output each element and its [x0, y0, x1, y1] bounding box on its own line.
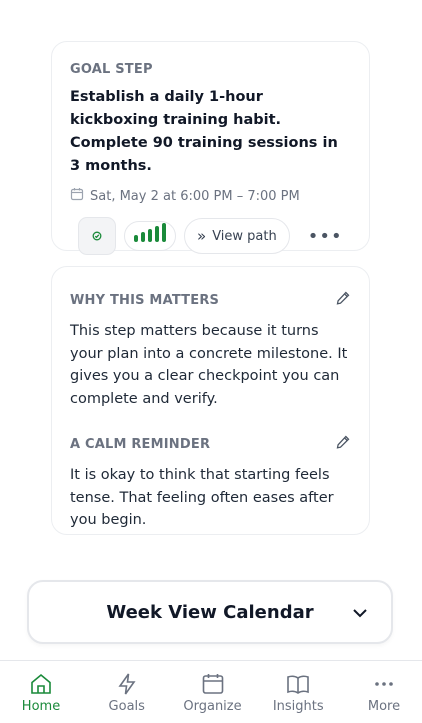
calendar-icon: [70, 187, 84, 205]
status-circle-icon: [92, 231, 102, 241]
bolt-icon: [118, 673, 136, 695]
intensity-level-indicator[interactable]: [124, 221, 176, 251]
bottom-tab-bar: Home Goals Organize Insights More: [0, 660, 422, 723]
why-this-matters-card: WHY THIS MATTERS This step matters becau…: [51, 266, 370, 535]
more-icon: [375, 682, 393, 686]
screen: GOAL STEP Establish a daily 1-hour kickb…: [0, 0, 422, 723]
tab-label: Insights: [272, 699, 324, 714]
goal-step-card: GOAL STEP Establish a daily 1-hour kickb…: [51, 41, 370, 255]
level-bar: [141, 232, 145, 242]
more-options-icon[interactable]: •••: [308, 226, 343, 247]
week-view-calendar-toggle[interactable]: Week View Calendar: [27, 580, 393, 644]
reminder-heading: A CALM REMINDER: [70, 436, 211, 452]
tab-home[interactable]: Home: [11, 661, 71, 723]
reminder-text: It is okay to think that starting feels …: [70, 467, 334, 528]
tab-label: Organize: [183, 699, 242, 714]
level-bar: [162, 223, 166, 242]
view-path-label: View path: [212, 228, 277, 244]
why-text: This step matters because it turns your …: [70, 323, 348, 407]
home-icon: [31, 673, 51, 694]
tab-label: Home: [21, 699, 61, 714]
level-bar: [148, 229, 152, 242]
pencil-icon[interactable]: [335, 290, 351, 310]
pencil-icon[interactable]: [335, 434, 351, 454]
goal-step-overline: GOAL STEP: [70, 62, 153, 77]
tab-insights[interactable]: Insights: [268, 661, 328, 723]
goal-title: Establish a daily 1-hour kickboxing trai…: [70, 89, 338, 174]
why-section-header: WHY THIS MATTERS: [70, 290, 351, 310]
double-chevron-right-icon: »: [197, 227, 207, 245]
book-icon: [287, 675, 310, 694]
tab-more[interactable]: More: [354, 661, 414, 723]
tab-label: More: [367, 699, 401, 714]
level-bar: [155, 226, 159, 242]
tab-label: Goals: [108, 699, 145, 714]
tab-organize[interactable]: Organize: [183, 661, 243, 723]
status-toggle-button[interactable]: [78, 217, 116, 255]
tab-goals[interactable]: Goals: [97, 661, 157, 723]
calendar-icon: [202, 674, 223, 694]
week-view-label: Week View Calendar: [106, 601, 314, 623]
reminder-section-header: A CALM REMINDER: [70, 434, 351, 454]
schedule-text: Sat, May 2 at 6:00 PM – 7:00 PM: [90, 188, 300, 204]
schedule-row: Sat, May 2 at 6:00 PM – 7:00 PM: [70, 187, 351, 205]
why-heading: WHY THIS MATTERS: [70, 292, 220, 308]
level-bar: [134, 235, 138, 242]
view-path-button[interactable]: » View path: [184, 218, 290, 254]
goal-actions: » View path •••: [70, 217, 351, 255]
chevron-down-icon: [353, 609, 367, 618]
